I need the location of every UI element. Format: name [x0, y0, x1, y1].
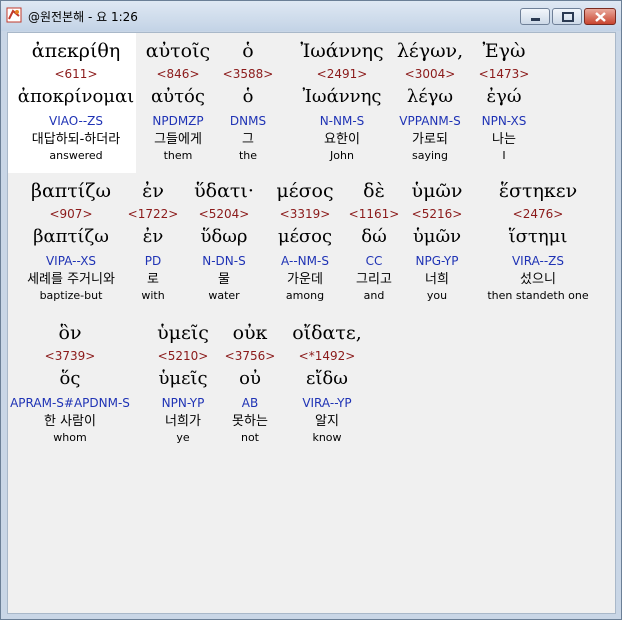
app-logo-icon	[6, 7, 22, 23]
window-title: @원전본해 - 요 1:26	[28, 10, 138, 24]
interlinear-panel: ἀπεκρίθη <611> ἀποκρίνομαι VIAO--ZS 대답하되-하더라…	[7, 32, 616, 614]
english-gloss: then standeth one	[487, 289, 589, 302]
maximize-button[interactable]	[552, 8, 582, 25]
lemma: ἐγώ	[486, 86, 522, 107]
greek-word: Ἐγὼ	[482, 40, 526, 62]
strongs-number: <*1492>	[298, 349, 356, 363]
korean-gloss: 섰으니	[520, 272, 556, 287]
english-gloss: know	[312, 431, 342, 444]
word-cell[interactable]: Ἐγὼ <1473> ἐγώ NPN-XS 나는 I	[424, 39, 584, 164]
word-cell[interactable]: ἕστηκεν <2476> ἵστημι VIRA--ZS 섰으니 then stand…	[458, 179, 618, 304]
lemma: ἵστημι	[508, 226, 568, 247]
parsing-code: VIRA--YP	[302, 396, 352, 410]
title-bar[interactable]: @원전본해 - 요 1:26	[1, 1, 621, 31]
korean-gloss: 알지	[315, 414, 339, 429]
close-button[interactable]	[584, 8, 616, 25]
minimize-icon	[531, 18, 540, 21]
strongs-number: <2476>	[512, 207, 564, 221]
bible-window: @원전본해 - 요 1:26 ἀπεκρίθη <611> ἀποκρίνομαι V…	[0, 0, 622, 620]
lemma: εἴδω	[306, 368, 348, 389]
minimize-button[interactable]	[520, 8, 550, 25]
greek-word: ἕστηκεν	[498, 180, 578, 202]
greek-word: οἴδατε,	[292, 322, 362, 344]
strongs-number: <1473>	[478, 67, 530, 81]
maximize-icon	[562, 12, 574, 22]
parsing-code: NPN-XS	[481, 114, 527, 128]
english-gloss: I	[502, 149, 506, 162]
korean-gloss: 나는	[492, 132, 516, 147]
close-icon	[595, 12, 606, 22]
parsing-code: VIRA--ZS	[511, 254, 565, 268]
word-cell[interactable]: οἴδατε, <*1492> εἴδω VIRA--YP 알지 know	[247, 321, 407, 446]
